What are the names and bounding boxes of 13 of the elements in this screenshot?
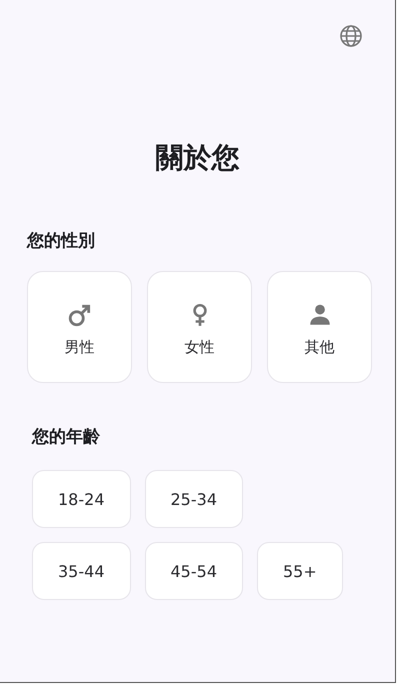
age-option[interactable]: 18-24 bbox=[32, 470, 130, 528]
male-symbol-icon bbox=[66, 302, 92, 328]
section-heading: 您的年齡 bbox=[32, 426, 101, 448]
age-option[interactable]: 25-34 bbox=[144, 470, 243, 528]
gender-option[interactable]: 其他 bbox=[267, 270, 372, 383]
section-heading: 您的性別 bbox=[27, 230, 96, 251]
age-option[interactable]: 45-54 bbox=[144, 542, 243, 600]
globe-icon[interactable] bbox=[339, 24, 363, 48]
gender-option[interactable]: 男性 bbox=[27, 270, 132, 383]
age-option[interactable]: 55+ bbox=[257, 542, 343, 600]
gender-option[interactable]: 女性 bbox=[147, 270, 252, 383]
page-title: 關於您 bbox=[154, 141, 240, 175]
age-option[interactable]: 35-44 bbox=[32, 542, 130, 600]
